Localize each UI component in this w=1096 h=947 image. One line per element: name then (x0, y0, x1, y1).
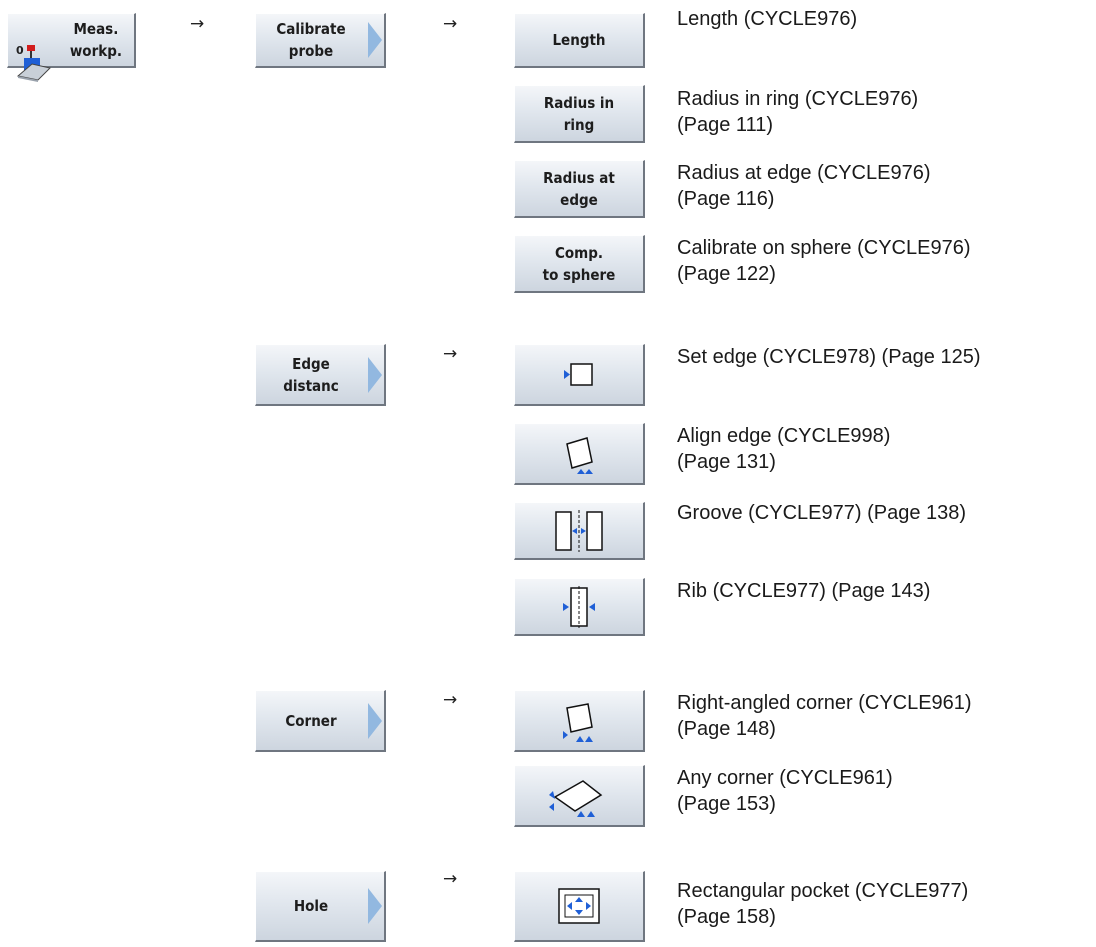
svg-text:0: 0 (16, 44, 24, 57)
corner-label: Corner (285, 711, 337, 730)
rib-button[interactable] (514, 578, 645, 636)
rib-description: Rib (CYCLE977) (Page 143) (677, 580, 931, 602)
edge-distanc-label: Edge distanc (283, 354, 339, 395)
any-corner-button[interactable] (514, 765, 645, 827)
set-edge-description: Set edge (CYCLE978) (Page 125) (677, 346, 981, 368)
rectangular-pocket-icon (557, 865, 601, 947)
groove-icon (544, 487, 614, 575)
calibrate-probe-button[interactable]: Calibrate probe (255, 13, 386, 68)
rectangular-pocket-description: Rectangular pocket (CYCLE977) (Page 158) (677, 880, 969, 928)
radius-at-edge-button[interactable]: Radius at edge (514, 160, 645, 218)
radius-in-ring-label: Radius in ring (543, 93, 615, 134)
arrow-4: → (443, 690, 458, 710)
edge-distanc-button[interactable]: Edge distanc (255, 344, 386, 406)
corner-button[interactable]: Corner (255, 690, 386, 752)
align-edge-description: Align edge (CYCLE998) (Page 131) (677, 425, 891, 473)
set-edge-icon (549, 336, 609, 414)
radius-in-ring-description: Radius in ring (CYCLE976) (Page 111) (677, 88, 919, 136)
meas-workp-button[interactable]: 0 Meas. workp. (7, 13, 136, 82)
right-angled-corner-description: Right-angled corner (CYCLE961) (Page 148… (677, 692, 972, 740)
arrow-2: → (443, 14, 458, 34)
hole-button[interactable]: Hole (255, 871, 386, 942)
radius-at-edge-label: Radius at edge (543, 168, 615, 209)
meas-workp-label: Meas. workp. (69, 20, 122, 60)
rib-icon (544, 563, 614, 651)
arrow-5: → (443, 869, 458, 889)
arrow-3: → (443, 344, 458, 364)
radius-at-edge-description: Radius at edge (CYCLE976) (Page 116) (677, 162, 931, 210)
groove-button[interactable] (514, 502, 645, 560)
length-button[interactable]: Length (514, 13, 645, 68)
groove-description: Groove (CYCLE977) (Page 138) (677, 502, 967, 524)
right-angled-corner-button[interactable] (514, 690, 645, 752)
hole-label: Hole (293, 897, 329, 915)
comp-to-sphere-label: Comp. to sphere (542, 243, 616, 284)
align-edge-icon (549, 410, 609, 498)
any-corner-description: Any corner (CYCLE961) (Page 153) (677, 767, 893, 815)
any-corner-icon (539, 751, 619, 841)
length-description: Length (CYCLE976) (677, 8, 858, 30)
probe-workpiece-icon: 0 (14, 20, 54, 104)
comp-to-sphere-button[interactable]: Comp. to sphere (514, 235, 645, 293)
set-edge-button[interactable] (514, 344, 645, 406)
arrow-1: → (190, 14, 205, 34)
calibrate-probe-label: Calibrate probe (276, 20, 346, 60)
rectangular-pocket-button[interactable] (514, 871, 645, 942)
length-label: Length (552, 31, 606, 49)
align-edge-button[interactable] (514, 423, 645, 485)
calibrate-on-sphere-description: Calibrate on sphere (CYCLE976) (Page 122… (677, 237, 971, 285)
radius-in-ring-button[interactable]: Radius in ring (514, 85, 645, 143)
